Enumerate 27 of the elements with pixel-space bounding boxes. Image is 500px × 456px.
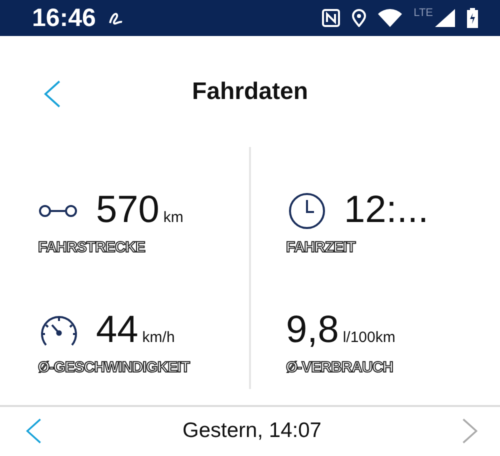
location-icon bbox=[352, 9, 366, 28]
chevron-left-icon bbox=[44, 80, 61, 108]
chevron-left-icon bbox=[26, 418, 42, 444]
metric-value: 12:... bbox=[344, 190, 428, 229]
metric-label: FAHRSTRECKE bbox=[38, 238, 146, 256]
metric-label: Ø-GESCHWINDIGKEIT bbox=[38, 358, 192, 376]
nfc-icon bbox=[322, 9, 340, 28]
status-time: 16:46 bbox=[32, 4, 96, 33]
metric-unit: l/100km bbox=[342, 328, 396, 346]
signature-icon bbox=[108, 11, 124, 26]
metric-value: 570 bbox=[96, 190, 160, 229]
metric-unit: km bbox=[163, 208, 184, 226]
wifi-icon bbox=[378, 9, 402, 28]
page-title: Fahrdaten bbox=[192, 78, 308, 106]
battery-icon bbox=[467, 8, 478, 28]
metric-label: Ø-VERBRAUCH bbox=[286, 358, 394, 376]
signal-icon bbox=[435, 9, 455, 28]
clock-icon bbox=[288, 192, 326, 230]
metric-value: 44 bbox=[96, 310, 138, 349]
metric-value: 9,8 bbox=[286, 310, 339, 349]
chevron-right-icon bbox=[462, 418, 478, 444]
speedometer-icon bbox=[39, 314, 79, 348]
metric-unit: km/h bbox=[142, 328, 175, 346]
network-type: LTE bbox=[414, 7, 433, 19]
trip-date: Gestern, 14:07 bbox=[182, 419, 322, 444]
metric-label: FAHRZEIT bbox=[286, 238, 358, 256]
route-icon bbox=[38, 204, 80, 218]
